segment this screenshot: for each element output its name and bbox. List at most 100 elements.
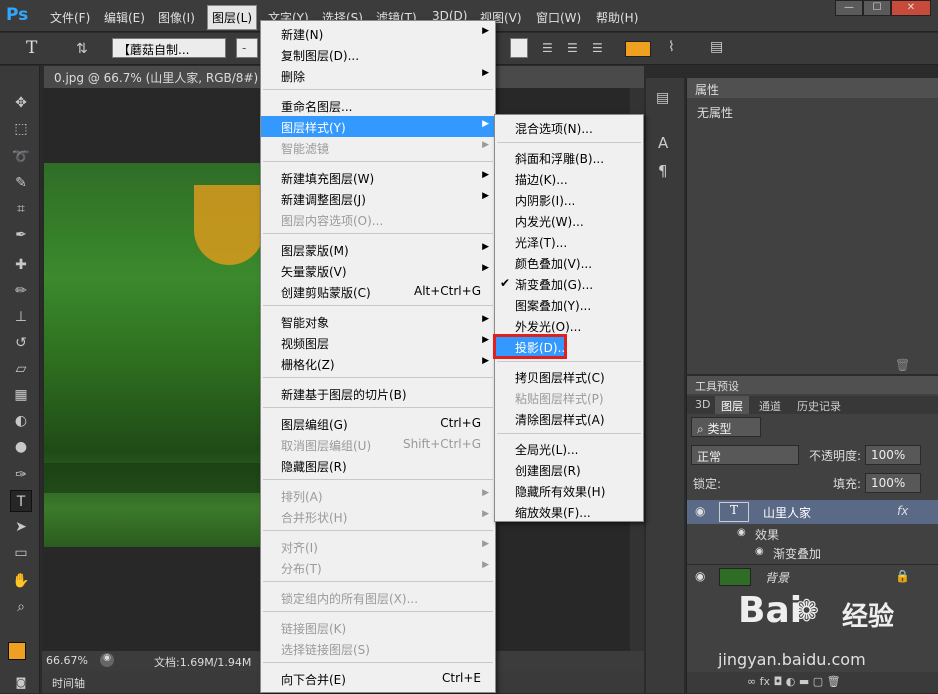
- tab-history[interactable]: 历史记录: [791, 396, 847, 414]
- blend-mode-select[interactable]: 正常: [691, 445, 799, 465]
- layer-menu-item[interactable]: 栅格化(Z) ▶: [261, 353, 495, 374]
- layer-menu-item[interactable]: 链接图层(K): [261, 617, 495, 638]
- eyedropper-icon[interactable]: ✒: [10, 224, 32, 246]
- layer-filter-select[interactable]: ⌕ 类型: [691, 417, 761, 437]
- status-info-icon[interactable]: ◉: [100, 653, 114, 667]
- gradient-overlay-effect-row[interactable]: ◉ 渐变叠加: [687, 544, 938, 563]
- marquee-tool-icon[interactable]: ⬚: [10, 118, 32, 140]
- style-menu-item[interactable]: 清除图层样式(A): [495, 408, 643, 429]
- layer-menu-item[interactable]: 复制图层(D)...: [261, 44, 495, 65]
- layer-menu-item[interactable]: 删除 ▶: [261, 65, 495, 86]
- style-menu-item[interactable]: 描边(K)...: [495, 168, 643, 189]
- layer-menu-item[interactable]: 智能对象 ▶: [261, 311, 495, 332]
- crop-tool-icon[interactable]: ⌗: [10, 198, 32, 220]
- menu-file[interactable]: 文件(F): [46, 8, 94, 27]
- layer-menu-item[interactable]: 图层编组(G) Ctrl+G: [261, 413, 495, 434]
- style-menu-item[interactable]: 图案叠加(Y)...: [495, 294, 643, 315]
- layer-menu-item[interactable]: 新建调整图层(J) ▶: [261, 188, 495, 209]
- style-menu-item[interactable]: 粘贴图层样式(P): [495, 387, 643, 408]
- opacity-input[interactable]: 100%: [865, 445, 921, 465]
- tab-3d[interactable]: 3D: [689, 396, 716, 414]
- align-left-icon[interactable]: ☰: [542, 41, 553, 55]
- path-select-icon[interactable]: ➤: [10, 516, 32, 538]
- layer-menu-item[interactable]: 创建剪贴蒙版(C) Alt+Ctrl+G: [261, 281, 495, 302]
- rectangle-tool-icon[interactable]: ▭: [10, 542, 32, 564]
- zoom-tool-icon[interactable]: ⌕: [10, 596, 32, 618]
- layer-menu-item[interactable]: 排列(A) ▶: [261, 485, 495, 506]
- hand-tool-icon[interactable]: ✋: [10, 570, 32, 592]
- foreground-color-swatch[interactable]: [8, 642, 26, 660]
- layer-name[interactable]: 山里人家: [763, 504, 811, 521]
- layer-row[interactable]: ◉ 背景 🔒: [687, 564, 938, 588]
- style-menu-item[interactable]: 外发光(O)...: [495, 315, 643, 336]
- layer-menu-item[interactable]: 图层内容选项(O)...: [261, 209, 495, 230]
- menu-edit[interactable]: 编辑(E): [100, 8, 149, 27]
- close-icon[interactable]: ✕: [891, 0, 931, 16]
- font-style-select[interactable]: -: [236, 38, 258, 58]
- layer-menu-item[interactable]: 锁定组内的所有图层(X)...: [261, 587, 495, 608]
- visibility-eye-icon[interactable]: ◉: [695, 569, 705, 583]
- pen-tool-icon[interactable]: ✑: [10, 464, 32, 486]
- layer-menu-item[interactable]: 向下合并(E) Ctrl+E: [261, 668, 495, 689]
- history-panel-icon[interactable]: ▤: [656, 90, 669, 106]
- history-brush-icon[interactable]: ↺: [10, 332, 32, 354]
- layer-menu-item[interactable]: 取消图层编组(U) Shift+Ctrl+G: [261, 434, 495, 455]
- gradient-tool-icon[interactable]: ▦: [10, 384, 32, 406]
- style-menu-item[interactable]: 斜面和浮雕(B)...: [495, 147, 643, 168]
- layer-menu-item[interactable]: 视频图层 ▶: [261, 332, 495, 353]
- zoom-level[interactable]: 66.67%: [46, 654, 88, 667]
- layer-menu-item[interactable]: 图层样式(Y) ▶: [261, 116, 495, 137]
- maximize-icon[interactable]: ☐: [863, 0, 891, 16]
- effect-visibility-icon[interactable]: ◉: [755, 546, 764, 557]
- healing-brush-icon[interactable]: ✚: [10, 254, 32, 276]
- align-right-icon[interactable]: ☰: [592, 41, 603, 55]
- quick-select-icon[interactable]: ✎: [10, 172, 32, 194]
- minimize-icon[interactable]: —: [835, 0, 863, 16]
- layer-menu-item[interactable]: 选择链接图层(S): [261, 638, 495, 659]
- style-menu-item[interactable]: ✔ 渐变叠加(G)...: [495, 273, 643, 294]
- eraser-tool-icon[interactable]: ▱: [10, 358, 32, 380]
- menu-layer[interactable]: 图层(L): [207, 5, 258, 30]
- blur-tool-icon[interactable]: ◐: [10, 410, 32, 432]
- tab-layers[interactable]: 图层: [715, 396, 749, 414]
- text-color-swatch[interactable]: [625, 41, 651, 57]
- layer-menu-item[interactable]: 隐藏图层(R): [261, 455, 495, 476]
- layer-menu-item[interactable]: 矢量蒙版(V) ▶: [261, 260, 495, 281]
- tab-channels[interactable]: 通道: [753, 396, 787, 414]
- aa-select[interactable]: [510, 38, 528, 58]
- layer-menu-item[interactable]: 新建基于图层的切片(B): [261, 383, 495, 404]
- style-menu-item[interactable]: 隐藏所有效果(H): [495, 480, 643, 501]
- stamp-tool-icon[interactable]: ⊥: [10, 306, 32, 328]
- style-menu-item[interactable]: 混合选项(N)...: [495, 117, 643, 138]
- paragraph-panel-icon[interactable]: ¶: [658, 162, 668, 180]
- style-menu-item[interactable]: 光泽(T)...: [495, 231, 643, 252]
- style-menu-item[interactable]: 全局光(L)...: [495, 438, 643, 459]
- font-family-select[interactable]: 【蘑菇自制...: [112, 38, 226, 58]
- style-menu-item[interactable]: 颜色叠加(V)...: [495, 252, 643, 273]
- layer-menu-item[interactable]: 对齐(I) ▶: [261, 536, 495, 557]
- layer-menu-item[interactable]: 重命名图层...: [261, 95, 495, 116]
- tool-presets-tab[interactable]: 工具预设: [687, 376, 938, 394]
- quick-mask-icon[interactable]: ◙: [10, 672, 32, 694]
- visibility-eye-icon[interactable]: ◉: [695, 504, 705, 518]
- layer-menu-item[interactable]: 图层蒙版(M) ▶: [261, 239, 495, 260]
- fill-input[interactable]: 100%: [865, 473, 921, 493]
- type-tool-icon[interactable]: T: [26, 38, 37, 58]
- trash-icon[interactable]: 🗑: [895, 358, 910, 372]
- layer-menu-item[interactable]: 分布(T) ▶: [261, 557, 495, 578]
- drop-shadow-menu-item[interactable]: 投影(D)...: [493, 334, 569, 359]
- properties-tab[interactable]: 属性: [687, 78, 938, 98]
- align-center-icon[interactable]: ☰: [567, 41, 578, 55]
- character-panel-icon[interactable]: A: [658, 134, 668, 152]
- style-menu-item[interactable]: 拷贝图层样式(C): [495, 366, 643, 387]
- layer-menu-item[interactable]: 合并形状(H) ▶: [261, 506, 495, 527]
- menu-help[interactable]: 帮助(H): [592, 8, 642, 27]
- layer-menu-item[interactable]: 新建填充图层(W) ▶: [261, 167, 495, 188]
- type-tool-icon-active[interactable]: T: [10, 490, 32, 512]
- style-menu-item[interactable]: 内阴影(I)...: [495, 189, 643, 210]
- layer-name[interactable]: 背景: [765, 569, 789, 586]
- menu-image[interactable]: 图像(I): [154, 8, 199, 27]
- layer-row[interactable]: ◉ T 山里人家 fx: [687, 500, 938, 524]
- move-tool-icon[interactable]: ✥: [10, 92, 32, 114]
- menu-window[interactable]: 窗口(W): [532, 8, 585, 27]
